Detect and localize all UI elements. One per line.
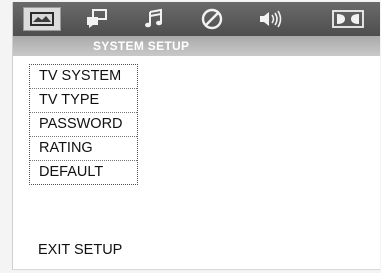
- speaker-setup-icon[interactable]: [253, 7, 291, 31]
- menu-item-default[interactable]: DEFAULT: [30, 161, 137, 184]
- setup-screen: SYSTEM SETUP TV SYSTEM TV TYPE PASSWORD …: [12, 2, 380, 270]
- title-bar: SYSTEM SETUP: [13, 36, 380, 56]
- menu-item-tv-type[interactable]: TV TYPE: [30, 89, 137, 113]
- dolby-digital-icon[interactable]: [329, 7, 367, 31]
- setup-menu: TV SYSTEM TV TYPE PASSWORD RATING DEFAUL…: [29, 64, 138, 185]
- page-title: SYSTEM SETUP: [93, 39, 190, 53]
- audio-setup-icon[interactable]: [135, 7, 173, 31]
- exit-setup-button[interactable]: EXIT SETUP: [38, 242, 122, 258]
- menu-item-tv-system[interactable]: TV SYSTEM: [30, 65, 137, 89]
- menu-item-password[interactable]: PASSWORD: [30, 113, 137, 137]
- system-setup-icon[interactable]: [23, 7, 61, 31]
- setup-icon-bar: [13, 2, 380, 36]
- video-setup-icon[interactable]: [193, 7, 231, 31]
- menu-item-rating[interactable]: RATING: [30, 137, 137, 161]
- language-setup-icon[interactable]: [78, 7, 116, 31]
